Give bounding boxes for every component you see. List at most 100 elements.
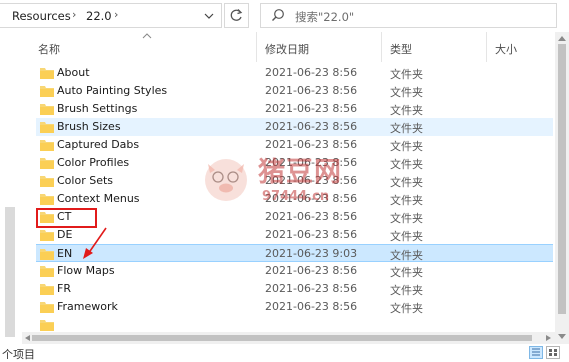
search-icon (272, 9, 284, 21)
list-item[interactable]: Framework 2021-06-23 8:56 文件夹 (36, 298, 553, 316)
column-divider[interactable] (256, 32, 257, 62)
list-item[interactable]: Brush Sizes 2021-06-23 8:56 文件夹 (36, 118, 553, 136)
folder-icon (40, 176, 54, 187)
file-type: 文件夹 (390, 194, 423, 207)
details-view-icon (532, 348, 540, 356)
details-view-button[interactable] (529, 346, 543, 359)
address-bar[interactable]: Resources › 22.0 › (0, 3, 222, 28)
vertical-scrollbar[interactable] (555, 32, 569, 344)
file-list[interactable]: About 2021-06-23 8:56 文件夹 Auto Painting … (22, 64, 555, 344)
file-type: 文件夹 (390, 266, 423, 279)
column-name[interactable]: 名称 (38, 41, 60, 57)
column-header: 名称 修改日期 类型 大小 (22, 32, 555, 62)
folder-icon (40, 158, 54, 169)
folder-icon (40, 320, 54, 331)
file-name: About (57, 66, 90, 79)
file-name: Context Menus (57, 192, 140, 205)
file-date: 2021-06-23 9:03 (265, 247, 358, 260)
sort-up-icon (142, 33, 152, 39)
watermark-url: 97444.cn (262, 189, 330, 204)
column-divider[interactable] (486, 32, 487, 62)
address-row: Resources › 22.0 › 搜索"22.0" (0, 0, 569, 32)
folder-icon (40, 266, 54, 277)
file-type: 文件夹 (390, 230, 423, 243)
file-name: FR (57, 282, 71, 295)
list-item[interactable]: Flow Maps 2021-06-23 8:56 文件夹 (36, 262, 553, 280)
file-name: EN (57, 247, 73, 260)
list-item[interactable]: CT 2021-06-23 8:56 文件夹 (36, 208, 553, 226)
annotation-highlight-box (36, 208, 97, 228)
list-item-selected[interactable]: EN 2021-06-23 9:03 文件夹 (36, 244, 553, 262)
chevron-down-icon[interactable] (203, 9, 215, 23)
column-divider[interactable] (381, 32, 382, 62)
file-date: 2021-06-23 8:56 (265, 102, 358, 115)
file-type: 文件夹 (390, 140, 423, 153)
search-box[interactable]: 搜索"22.0" (260, 3, 557, 28)
folder-icon (40, 122, 54, 133)
folder-icon (40, 86, 54, 97)
column-size[interactable]: 大小 (495, 41, 517, 57)
breadcrumb-resources[interactable]: Resources (12, 9, 71, 23)
scroll-down-icon[interactable] (558, 334, 566, 340)
folder-icon (40, 104, 54, 115)
file-type: 文件夹 (390, 212, 423, 225)
file-date: 2021-06-23 8:56 (265, 228, 358, 241)
file-type: 文件夹 (390, 176, 423, 189)
file-name: Color Sets (57, 174, 114, 187)
horizontal-scrollbar-thumb[interactable] (32, 335, 532, 341)
folder-icon (40, 284, 54, 295)
breadcrumb-22-0[interactable]: 22.0 (86, 9, 112, 23)
folder-icon (40, 140, 54, 151)
watermark-pig-logo-icon (205, 159, 247, 201)
file-name: Framework (57, 300, 118, 313)
file-date: 2021-06-23 8:56 (265, 84, 358, 97)
file-type: 文件夹 (390, 68, 423, 81)
file-type: 文件夹 (390, 86, 423, 99)
file-name: Auto Painting Styles (57, 84, 168, 97)
horizontal-scrollbar[interactable] (22, 332, 555, 344)
chevron-right-icon[interactable]: › (114, 8, 118, 21)
file-date: 2021-06-23 8:56 (265, 66, 358, 79)
scroll-left-icon[interactable] (24, 335, 30, 341)
list-item[interactable]: About 2021-06-23 8:56 文件夹 (36, 64, 553, 82)
large-icons-view-button[interactable] (546, 346, 560, 359)
file-type: 文件夹 (390, 284, 423, 297)
file-name: DE (57, 228, 73, 241)
list-item[interactable]: Brush Settings 2021-06-23 8:56 文件夹 (36, 100, 553, 118)
chevron-right-icon[interactable]: › (72, 8, 76, 21)
folder-icon (40, 68, 54, 79)
file-date: 2021-06-23 8:56 (265, 300, 358, 313)
scroll-right-icon[interactable] (546, 335, 552, 341)
file-date: 2021-06-23 8:56 (265, 210, 358, 223)
search-input[interactable]: 搜索"22.0" (295, 9, 354, 25)
folder-icon (40, 302, 54, 313)
scrollbar-thumb[interactable] (558, 44, 566, 314)
status-bar: 个项目 (0, 344, 569, 362)
file-type: 文件夹 (390, 122, 423, 135)
file-type: 文件夹 (390, 249, 423, 262)
file-name: Flow Maps (57, 264, 115, 277)
scroll-up-icon[interactable] (558, 35, 566, 41)
file-name: Brush Sizes (57, 120, 121, 133)
file-date: 2021-06-23 8:56 (265, 120, 358, 133)
nav-scrollbar-thumb[interactable] (5, 207, 15, 337)
file-name: Captured Dabs (57, 138, 140, 151)
file-name: Color Profiles (57, 156, 130, 169)
file-type: 文件夹 (390, 104, 423, 117)
file-type: 文件夹 (390, 302, 423, 315)
column-type[interactable]: 类型 (390, 41, 412, 57)
file-type: 文件夹 (390, 158, 423, 171)
file-date: 2021-06-23 8:56 (265, 264, 358, 277)
list-item[interactable]: Auto Painting Styles 2021-06-23 8:56 文件夹 (36, 82, 553, 100)
folder-icon (40, 194, 54, 205)
refresh-button[interactable] (224, 3, 249, 28)
folder-icon (40, 249, 54, 260)
large-icons-view-icon (549, 349, 557, 356)
list-item[interactable]: DE 2021-06-23 8:56 文件夹 (36, 226, 553, 244)
file-date: 2021-06-23 8:56 (265, 282, 358, 295)
folder-icon (40, 230, 54, 241)
list-item[interactable]: FR 2021-06-23 8:56 文件夹 (36, 280, 553, 298)
refresh-icon (230, 9, 243, 21)
navigation-pane[interactable] (0, 32, 22, 344)
column-date[interactable]: 修改日期 (265, 41, 309, 57)
